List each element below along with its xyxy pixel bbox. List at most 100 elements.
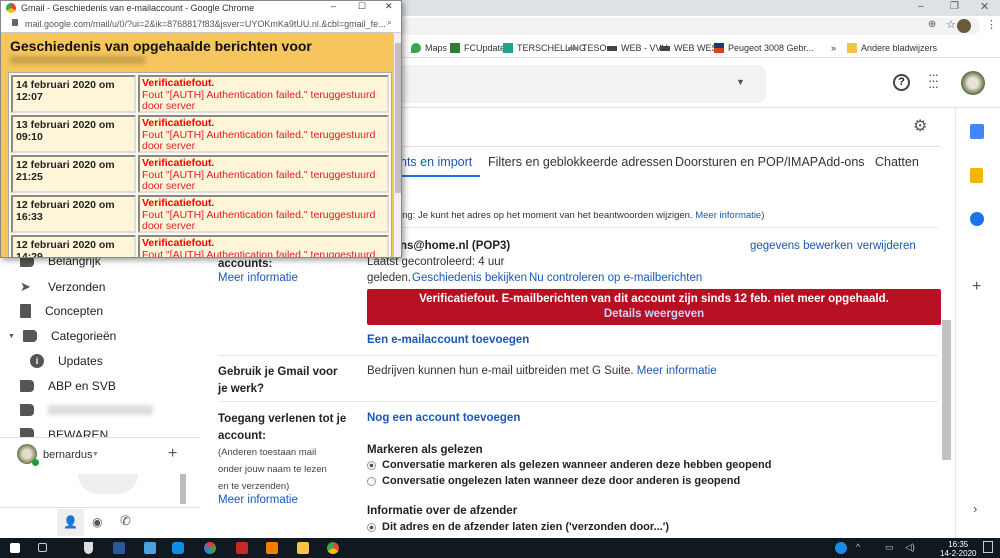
help-tray-icon[interactable] — [835, 542, 847, 554]
gsuite-more-info-link[interactable]: Meer informatie — [637, 365, 717, 377]
phone-tab-icon[interactable]: ✆ — [120, 513, 131, 529]
settings-gear-icon[interactable]: ⚙ — [913, 116, 927, 136]
tray-chevron-icon[interactable]: ^ — [856, 542, 860, 552]
bookmark-fcupdate[interactable]: FCUpdate. — [450, 43, 508, 53]
task-view-icon[interactable] — [38, 543, 47, 552]
tab-addons[interactable]: Add-ons — [818, 155, 865, 169]
paint-icon[interactable] — [204, 542, 216, 554]
more-info-link[interactable]: Meer informatie — [695, 210, 761, 221]
radio-button-checked[interactable] — [367, 522, 376, 532]
keep-icon[interactable] — [970, 168, 983, 183]
check-mail-now-link[interactable]: Nu controleren op e-mailberichten — [529, 272, 702, 284]
system-clock[interactable]: 16:35 14-2-2020 — [940, 540, 976, 558]
row-date: 12 februari 2020 om 14:29 — [11, 235, 136, 257]
hangouts-tab-icon[interactable]: ◉ — [92, 515, 102, 529]
bookmark-web-vvv[interactable]: WEB - VVV — [607, 43, 668, 53]
popup-scrollbar[interactable] — [394, 33, 401, 257]
popup-scroll-thumb[interactable] — [395, 43, 401, 193]
bookmark-peugeot[interactable]: Peugeot 3008 Gebr... — [714, 43, 814, 53]
close-icon[interactable]: ✕ — [980, 0, 989, 13]
chat-scrollbar[interactable] — [180, 474, 186, 504]
bookmark-maps[interactable]: Maps — [411, 43, 447, 53]
restore-icon[interactable]: ❐ — [950, 1, 959, 12]
sidebar-item-bewaren[interactable]: BEWAREN — [20, 428, 108, 437]
peugeot-icon — [714, 43, 724, 53]
table-row: 12 februari 2020 om 16:33 Verificatiefout… — [11, 195, 389, 233]
row-error-title: Verificatiefout. — [142, 117, 215, 129]
tab-chat[interactable]: Chatten — [875, 155, 919, 169]
star-icon[interactable]: ☆ — [946, 18, 956, 31]
sidebar-item-updates[interactable]: i Updates — [30, 354, 103, 368]
view-history-link[interactable]: Geschiedenis bekijken — [412, 272, 527, 284]
menu-icon[interactable]: ⋮ — [986, 18, 997, 31]
radio-button[interactable] — [367, 476, 376, 486]
sender-info-heading: Informatie over de afzender — [367, 505, 518, 517]
sidebar-item-drafts[interactable]: Concepten — [20, 304, 103, 318]
radio-button-checked[interactable] — [367, 460, 376, 470]
search-bar[interactable]: ▼ — [400, 65, 766, 103]
volume-icon[interactable]: ◁) — [905, 542, 915, 553]
tab-accounts-import[interactable]: nts en import — [400, 155, 472, 169]
label-icon — [20, 380, 34, 392]
chrome-taskbar-icon[interactable] — [327, 542, 339, 554]
search-options-icon[interactable]: ▼ — [736, 77, 745, 87]
apps-icon[interactable]: ··· ··· ··· — [928, 68, 939, 93]
calendar-icon[interactable] — [970, 124, 984, 139]
minimize-icon[interactable]: – — [918, 1, 924, 12]
new-chat-plus-icon[interactable]: + — [168, 445, 177, 463]
expand-panel-icon[interactable]: › — [973, 501, 977, 516]
add-mail-account-link[interactable]: Een e-mailaccount toevoegen — [367, 334, 529, 346]
label-icon — [22, 330, 37, 342]
main-scrollbar[interactable] — [942, 320, 951, 460]
photos-icon[interactable] — [144, 542, 156, 554]
notifications-icon[interactable] — [983, 541, 993, 553]
hangouts-user-name[interactable]: bernardus — [43, 449, 93, 461]
radio-keep-unread[interactable]: Conversatie ongelezen laten wanneer deze… — [367, 475, 740, 487]
word-icon[interactable] — [113, 542, 125, 554]
contacts-tab-icon[interactable]: 👤 — [57, 509, 84, 536]
accounts-more-info-link[interactable]: Meer informatie — [218, 272, 298, 284]
popup-maximize-icon[interactable]: ☐ — [358, 1, 366, 12]
bookmark-other[interactable]: Andere bladwijzers — [847, 43, 937, 53]
tab-forwarding[interactable]: Doorsturen en POP/IMAP — [675, 155, 818, 169]
add-addon-icon[interactable]: + — [972, 278, 981, 296]
account-avatar[interactable] — [961, 71, 985, 95]
windows-start-icon[interactable] — [10, 543, 20, 553]
security-icon[interactable] — [84, 542, 93, 554]
chevron-down-icon[interactable]: ▼ — [92, 451, 99, 458]
help-icon[interactable]: ? — [893, 74, 910, 91]
profile-avatar[interactable] — [957, 19, 971, 33]
add-another-account-link[interactable]: Nog een account toevoegen — [367, 412, 520, 424]
row-error-title: Verificatiefout. — [142, 197, 215, 209]
popup-close-icon[interactable]: ✕ — [385, 1, 393, 12]
media-player-icon[interactable] — [266, 542, 278, 554]
teamviewer-icon[interactable] — [172, 542, 184, 554]
omnibox[interactable]: ⊕ ☆ — [400, 18, 980, 35]
chat-placeholder-bubble — [78, 474, 138, 494]
network-icon[interactable]: ▭ — [885, 542, 894, 553]
tasks-icon[interactable] — [970, 212, 984, 226]
show-details-link[interactable]: Details weergeven — [367, 307, 941, 322]
app-icon[interactable] — [236, 542, 248, 554]
sidebar-item-label: Updates — [58, 354, 103, 368]
radio-show-sender[interactable]: Dit adres en de afzender laten zien ('ve… — [367, 521, 669, 533]
windows-taskbar: ^ ▭ ◁) — [0, 538, 1000, 558]
radio-mark-read[interactable]: Conversatie markeren als gelezen wanneer… — [367, 459, 771, 471]
sidebar-item-abp[interactable]: ABP en SVB — [20, 379, 116, 393]
sidebar-item-blurred[interactable] — [20, 404, 153, 416]
bookmark-more[interactable]: » — [831, 43, 836, 53]
row-error-detail: Fout "[AUTH] Authentication failed." ter… — [142, 128, 376, 152]
sidebar-item-categories[interactable]: ▼ Categorieën — [8, 329, 116, 343]
edit-account-link[interactable]: gegevens bewerken — [750, 240, 853, 252]
collapse-icon[interactable]: ▼ — [8, 333, 15, 340]
bookmark-teso[interactable]: TESO — [568, 43, 607, 53]
access-more-info-link[interactable]: Meer informatie — [218, 494, 298, 506]
popup-address-bar[interactable]: mail.google.com/mail/u/0/?ui=2&ik=876881… — [1, 15, 401, 33]
sidebar-item-sent[interactable]: ➤ Verzonden — [20, 279, 105, 295]
maps-icon — [411, 43, 421, 53]
remove-account-link[interactable]: verwijderen — [857, 240, 916, 252]
tab-filters[interactable]: Filters en geblokkeerde adressen — [488, 155, 673, 169]
file-explorer-icon[interactable] — [297, 542, 309, 554]
popup-minimize-icon[interactable]: – — [331, 1, 336, 11]
zoom-icon[interactable]: ⊕ — [928, 19, 936, 30]
